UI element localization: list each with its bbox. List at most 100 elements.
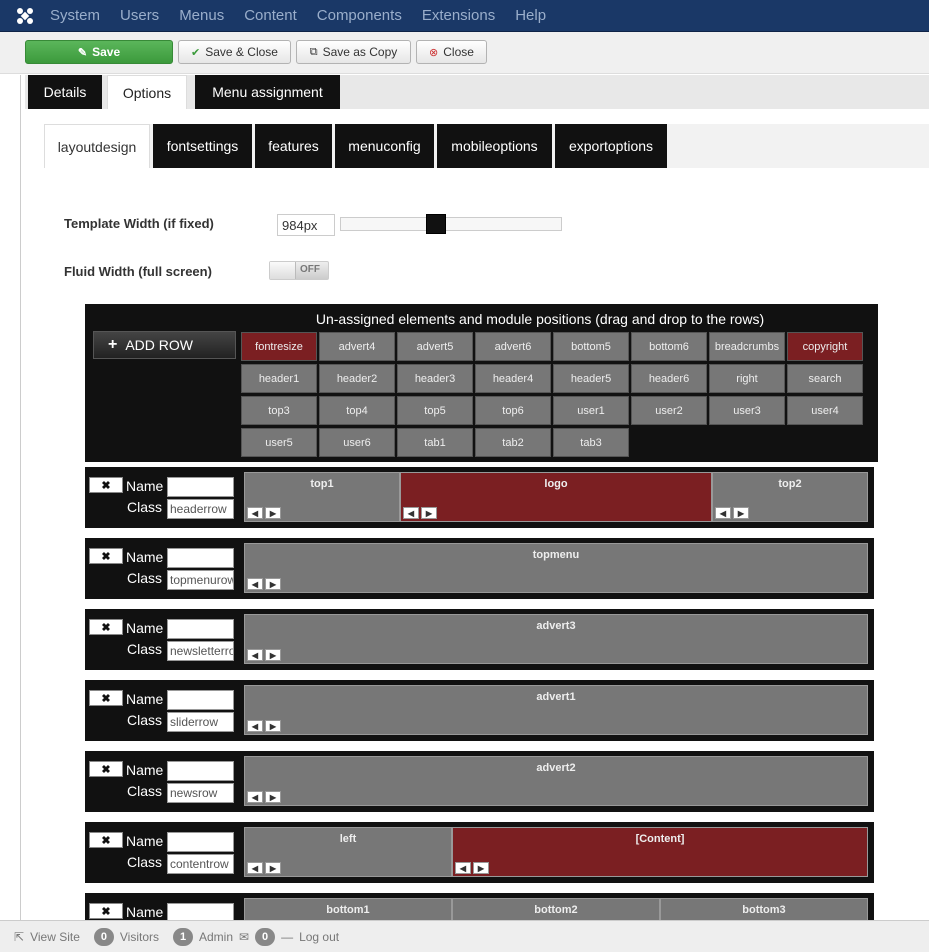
shrink-arrow-icon[interactable]: ◀ <box>403 507 419 519</box>
cell-advert3[interactable]: advert3 ◀ ▶ <box>244 614 868 664</box>
nav-menus[interactable]: Menus <box>179 7 224 24</box>
chip-search[interactable]: search <box>787 364 863 393</box>
chip-advert5[interactable]: advert5 <box>397 332 473 361</box>
chip-tab3[interactable]: tab3 <box>553 428 629 457</box>
row-class-input[interactable]: newsrow <box>167 783 234 803</box>
chip-tab1[interactable]: tab1 <box>397 428 473 457</box>
layout-row-bottom[interactable]: ✖ Name bottom1 bottom2 bottom3 <box>85 893 874 920</box>
chip-bottom5[interactable]: bottom5 <box>553 332 629 361</box>
tab-details[interactable]: Details <box>28 75 102 109</box>
row-class-input[interactable]: topmenurow <box>167 570 234 590</box>
chip-advert6[interactable]: advert6 <box>475 332 551 361</box>
delete-row-icon[interactable]: ✖ <box>89 903 123 919</box>
delete-row-icon[interactable]: ✖ <box>89 619 123 635</box>
template-width-slider[interactable] <box>340 217 562 231</box>
view-site-link[interactable]: View Site <box>30 930 80 944</box>
chip-user6[interactable]: user6 <box>319 428 395 457</box>
layout-row-newsletter[interactable]: ✖ Name Class newsletterrow advert3 ◀▶ <box>85 609 874 670</box>
chip-top6[interactable]: top6 <box>475 396 551 425</box>
row-name-input[interactable] <box>167 903 234 920</box>
chip-user5[interactable]: user5 <box>241 428 317 457</box>
chip-user2[interactable]: user2 <box>631 396 707 425</box>
row-name-input[interactable] <box>167 477 234 497</box>
chip-header3[interactable]: header3 <box>397 364 473 393</box>
nav-extensions[interactable]: Extensions <box>422 7 495 24</box>
delete-row-icon[interactable]: ✖ <box>89 832 123 848</box>
chip-tab2[interactable]: tab2 <box>475 428 551 457</box>
nav-users[interactable]: Users <box>120 7 159 24</box>
save-close-button[interactable]: ✔ Save & Close <box>178 40 291 64</box>
cell-content[interactable]: [Content] ◀ ▶ <box>452 827 868 877</box>
layout-row-news[interactable]: ✖ Name Class newsrow advert2 ◀ ▶ <box>85 751 874 812</box>
grow-arrow-icon[interactable]: ▶ <box>265 649 281 661</box>
cell-bottom2[interactable]: bottom2 <box>452 898 660 920</box>
tab-menuconfig[interactable]: menuconfig <box>335 124 434 168</box>
fluid-width-toggle[interactable]: OFF <box>269 261 329 280</box>
grow-arrow-icon[interactable]: ▶ <box>421 507 437 519</box>
chip-top3[interactable]: top3 <box>241 396 317 425</box>
tab-fontsettings[interactable]: fontsettings <box>153 124 252 168</box>
nav-system[interactable]: System <box>50 7 100 24</box>
tab-options[interactable]: Options <box>107 75 187 109</box>
chip-header2[interactable]: header2 <box>319 364 395 393</box>
grow-arrow-icon[interactable]: ▶ <box>473 862 489 874</box>
layout-row-header[interactable]: ✖ Name Class headerrow top1 ◀ ▶ logo ◀ ▶ t… <box>85 467 874 528</box>
grow-arrow-icon[interactable]: ▶ <box>265 862 281 874</box>
row-class-input[interactable]: newsletterrow <box>167 641 234 661</box>
grow-arrow-icon[interactable]: ▶ <box>265 720 281 732</box>
cell-advert2[interactable]: advert2 ◀ ▶ <box>244 756 868 806</box>
joomla-logo-icon[interactable] <box>0 0 50 32</box>
chip-right[interactable]: right <box>709 364 785 393</box>
chip-breadcrumbs[interactable]: breadcrumbs <box>709 332 785 361</box>
shrink-arrow-icon[interactable]: ◀ <box>247 862 263 874</box>
row-name-input[interactable] <box>167 619 234 639</box>
chip-top4[interactable]: top4 <box>319 396 395 425</box>
chip-top5[interactable]: top5 <box>397 396 473 425</box>
delete-row-icon[interactable]: ✖ <box>89 477 123 493</box>
add-row-button[interactable]: + ADD ROW <box>93 331 236 359</box>
row-name-input[interactable] <box>167 832 234 852</box>
grow-arrow-icon[interactable]: ▶ <box>265 578 281 590</box>
delete-row-icon[interactable]: ✖ <box>89 690 123 706</box>
grow-arrow-icon[interactable]: ▶ <box>265 507 281 519</box>
shrink-arrow-icon[interactable]: ◀ <box>455 862 471 874</box>
tab-layoutdesign[interactable]: layoutdesign <box>44 124 150 168</box>
shrink-arrow-icon[interactable]: ◀ <box>247 507 263 519</box>
chip-header5[interactable]: header5 <box>553 364 629 393</box>
chip-user3[interactable]: user3 <box>709 396 785 425</box>
tab-mobileoptions[interactable]: mobileoptions <box>437 124 552 168</box>
cell-bottom1[interactable]: bottom1 <box>244 898 452 920</box>
chip-user1[interactable]: user1 <box>553 396 629 425</box>
template-width-input[interactable]: 984px <box>277 214 335 236</box>
shrink-arrow-icon[interactable]: ◀ <box>247 720 263 732</box>
chip-header6[interactable]: header6 <box>631 364 707 393</box>
nav-help[interactable]: Help <box>515 7 546 24</box>
close-button[interactable]: ⊗ Close <box>416 40 487 64</box>
nav-components[interactable]: Components <box>317 7 402 24</box>
cell-top2[interactable]: top2 ◀ ▶ <box>712 472 868 522</box>
shrink-arrow-icon[interactable]: ◀ <box>247 649 263 661</box>
row-class-input[interactable]: sliderrow <box>167 712 234 732</box>
row-class-input[interactable]: contentrow <box>167 854 234 874</box>
tab-menu-assignment[interactable]: Menu assignment <box>195 75 340 109</box>
grow-arrow-icon[interactable]: ▶ <box>733 507 749 519</box>
tab-exportoptions[interactable]: exportoptions <box>555 124 667 168</box>
layout-row-content[interactable]: ✖ Name Class contentrow left ◀ ▶ [Content… <box>85 822 874 883</box>
grow-arrow-icon[interactable]: ▶ <box>265 791 281 803</box>
tab-features[interactable]: features <box>255 124 332 168</box>
chip-bottom6[interactable]: bottom6 <box>631 332 707 361</box>
save-copy-button[interactable]: ⧉ Save as Copy <box>296 40 411 64</box>
cell-logo[interactable]: logo ◀ ▶ <box>400 472 712 522</box>
logout-link[interactable]: Log out <box>299 930 339 944</box>
layout-row-slider[interactable]: ✖ Name Class sliderrow advert1 ◀ ▶ <box>85 680 874 741</box>
row-name-input[interactable] <box>167 761 234 781</box>
cell-bottom3[interactable]: bottom3 <box>660 898 868 920</box>
cell-advert1[interactable]: advert1 ◀ ▶ <box>244 685 868 735</box>
row-name-input[interactable] <box>167 690 234 710</box>
chip-advert4[interactable]: advert4 <box>319 332 395 361</box>
cell-left[interactable]: left ◀ ▶ <box>244 827 452 877</box>
delete-row-icon[interactable]: ✖ <box>89 548 123 564</box>
chip-header1[interactable]: header1 <box>241 364 317 393</box>
row-name-input[interactable] <box>167 548 234 568</box>
shrink-arrow-icon[interactable]: ◀ <box>247 578 263 590</box>
